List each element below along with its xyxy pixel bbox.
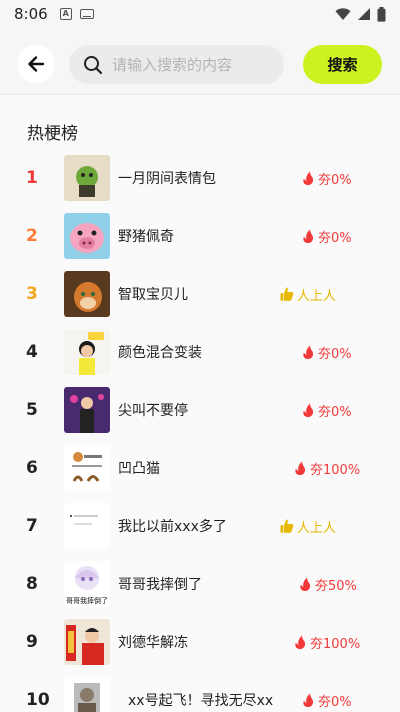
rank-number: 6 (26, 458, 38, 478)
rating-tag-label: 人上人 (297, 288, 337, 304)
meme-title: 野猪佩奇 (118, 229, 174, 245)
rating-tag-hot: 夯0% (300, 675, 352, 712)
fire-icon (303, 171, 314, 185)
rating-tag-top: 人上人 (279, 269, 336, 319)
status-right-icons (335, 6, 386, 22)
battery-icon (377, 6, 386, 22)
meme-title: 智取宝贝儿 (118, 287, 188, 303)
ranking-row[interactable]: 10 xx号起飞！寻找无尽xx 夯0% (0, 675, 400, 712)
rating-tag-hot: 夯0% (300, 211, 352, 261)
meme-title: 一月阴间表情包 (118, 171, 216, 187)
meme-thumbnail: 哥哥我摔倒了 (64, 561, 110, 607)
rank-number: 4 (26, 342, 38, 362)
meme-thumbnail (64, 503, 110, 549)
ranking-row[interactable]: 8 哥哥我摔倒了 哥哥我摔倒了 夯50% (0, 559, 400, 609)
ranking-row[interactable]: 3 智取宝贝儿 人上人 (0, 269, 400, 319)
rating-tag-label: 夯0% (318, 172, 352, 188)
rating-tag-hot: 夯0% (300, 327, 352, 377)
rating-tag-label: 夯100% (310, 636, 361, 652)
rank-number: 1 (26, 168, 38, 188)
ranking-row[interactable]: 6 凹凸猫 夯100% (0, 443, 400, 493)
meme-title: 凹凸猫 (118, 461, 160, 477)
rank-number: 3 (26, 284, 38, 304)
meme-title: 尖叫不要停 (118, 403, 188, 419)
ranking-row[interactable]: 4 颜色混合变装 夯0% (0, 327, 400, 377)
rating-tag-hot: 夯100% (292, 617, 360, 667)
rating-tag-hot: 夯100% (292, 443, 360, 493)
search-icon (84, 55, 103, 74)
search-input[interactable]: 请输入搜索的内容 (69, 45, 284, 84)
meme-title: 哥哥我摔倒了 (118, 577, 202, 593)
meme-thumbnail (64, 677, 110, 712)
meme-thumbnail (64, 213, 110, 259)
status-time: 8:06 (14, 5, 48, 23)
hot-meme-list: 热梗榜 1 一月阴间表情包 夯0% 2 野猪佩奇 夯0% 3 智取宝贝儿 人上人 4 颜色混合变装夯… (0, 95, 400, 712)
fire-icon (303, 229, 314, 243)
fire-icon (295, 461, 306, 475)
thumbs-up-icon (280, 519, 294, 533)
ranking-row[interactable]: 5 尖叫不要停 夯0% (0, 385, 400, 435)
ranking-row[interactable]: 7 我比以前xxx多了 人上人 (0, 501, 400, 551)
arrow-left-icon (28, 56, 45, 72)
rank-number: 8 (26, 574, 38, 594)
rank-number: 5 (26, 400, 38, 420)
fire-icon (303, 345, 314, 359)
rating-tag-hot: 夯50% (297, 559, 357, 609)
rating-tag-label: 夯0% (318, 346, 352, 362)
meme-thumbnail (64, 329, 110, 375)
rating-tag-hot: 夯0% (300, 153, 352, 203)
status-bar: 8:06 A (0, 0, 400, 28)
notification-a-icon: A (59, 8, 72, 20)
rating-tag-label: 夯0% (318, 404, 352, 420)
fire-icon (300, 577, 311, 591)
keyboard-icon (79, 9, 94, 19)
search-button[interactable]: 搜索 (303, 45, 382, 84)
rank-number: 2 (26, 226, 38, 246)
meme-title: xx号起飞！寻找无尽xx (128, 693, 274, 709)
rank-number: 9 (26, 632, 38, 652)
meme-thumbnail (64, 445, 110, 491)
meme-thumbnail (64, 387, 110, 433)
rating-tag-label: 夯100% (310, 462, 361, 478)
signal-icon (358, 8, 370, 20)
meme-thumbnail (64, 271, 110, 317)
section-title: 热梗榜 (27, 124, 78, 144)
back-button[interactable] (17, 45, 55, 83)
rank-number: 10 (26, 690, 50, 710)
wifi-icon (335, 8, 351, 20)
rating-tag-top: 人上人 (279, 501, 336, 551)
rank-number: 7 (26, 516, 38, 536)
ranking-row[interactable]: 2 野猪佩奇 夯0% (0, 211, 400, 261)
thumbnail-caption: 哥哥我摔倒了 (66, 597, 108, 605)
meme-title: 我比以前xxx多了 (118, 519, 227, 535)
rating-tag-label: 夯50% (315, 578, 357, 594)
thumbs-up-icon (280, 287, 294, 301)
rating-tag-label: 夯0% (318, 230, 352, 246)
meme-thumbnail (64, 155, 110, 201)
ranking-row[interactable]: 1 一月阴间表情包 夯0% (0, 153, 400, 203)
fire-icon (303, 403, 314, 417)
rating-tag-label: 人上人 (297, 520, 337, 536)
meme-thumbnail (64, 619, 110, 665)
search-placeholder: 请输入搜索的内容 (112, 56, 233, 74)
fire-icon (303, 693, 314, 707)
search-header: 请输入搜索的内容 搜索 (0, 28, 400, 95)
meme-title: 颜色混合变装 (118, 345, 202, 361)
fire-icon (295, 635, 306, 649)
ranking-row[interactable]: 9 刘德华解冻 夯100% (0, 617, 400, 667)
rating-tag-label: 夯0% (318, 694, 352, 710)
meme-title: 刘德华解冻 (118, 635, 188, 651)
rating-tag-hot: 夯0% (300, 385, 352, 435)
